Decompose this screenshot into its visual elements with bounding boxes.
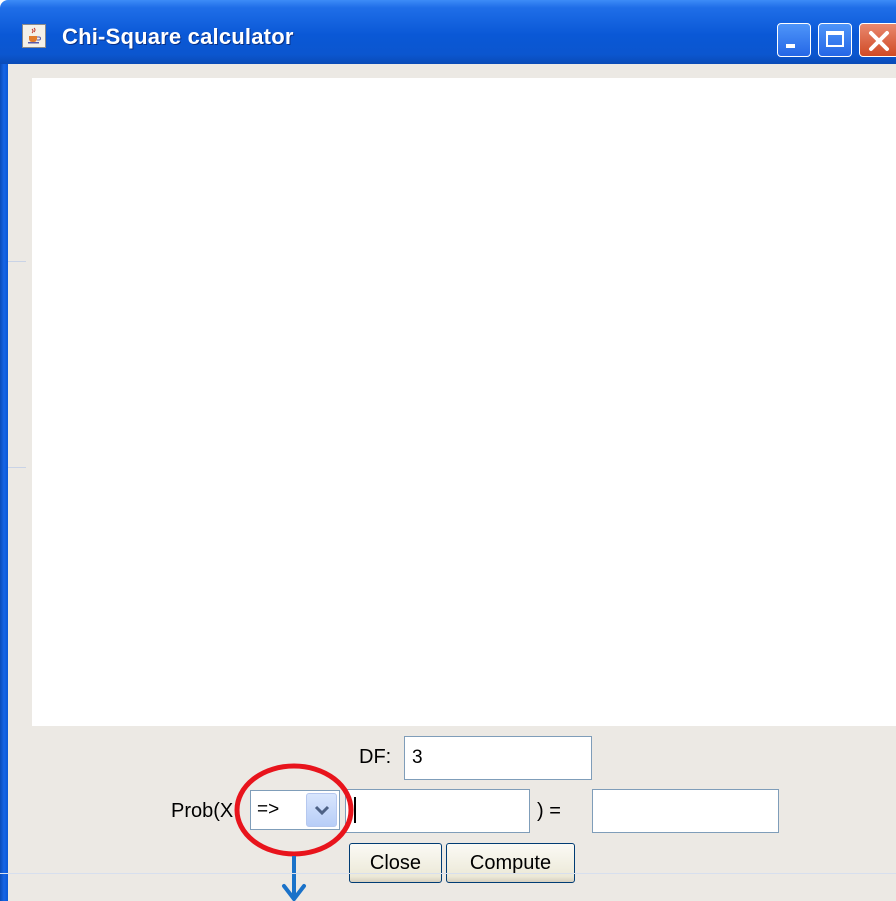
- window-title: Chi-Square calculator: [62, 24, 294, 49]
- close-window-button[interactable]: [859, 23, 896, 57]
- equals-label: ) =: [537, 800, 561, 822]
- java-cup-icon: [22, 24, 46, 48]
- df-label: DF:: [359, 746, 392, 768]
- maximize-button[interactable]: [818, 23, 852, 57]
- operator-select[interactable]: =>: [250, 790, 340, 830]
- chart-canvas: [32, 78, 896, 726]
- minimize-button[interactable]: [777, 23, 811, 57]
- result-output[interactable]: [592, 789, 779, 833]
- chi-square-window: Chi-Square calculator DF: 3 Prob(X => ) …: [0, 0, 896, 901]
- title-bar[interactable]: Chi-Square calculator: [0, 0, 896, 64]
- close-icon: [869, 31, 889, 51]
- window-frame-left: [0, 64, 8, 901]
- bottom-divider: [0, 873, 896, 874]
- operator-selected-value: =>: [257, 799, 280, 820]
- chevron-down-icon: [314, 805, 330, 816]
- divider: [8, 467, 26, 468]
- x-value-input[interactable]: [345, 789, 530, 833]
- dropdown-arrow-button[interactable]: [306, 793, 337, 827]
- prob-label: Prob(X: [171, 800, 234, 822]
- df-input[interactable]: 3: [404, 736, 592, 780]
- compute-button[interactable]: Compute: [446, 843, 575, 883]
- close-button[interactable]: Close: [349, 843, 442, 883]
- text-caret: [354, 797, 356, 823]
- divider: [8, 261, 26, 262]
